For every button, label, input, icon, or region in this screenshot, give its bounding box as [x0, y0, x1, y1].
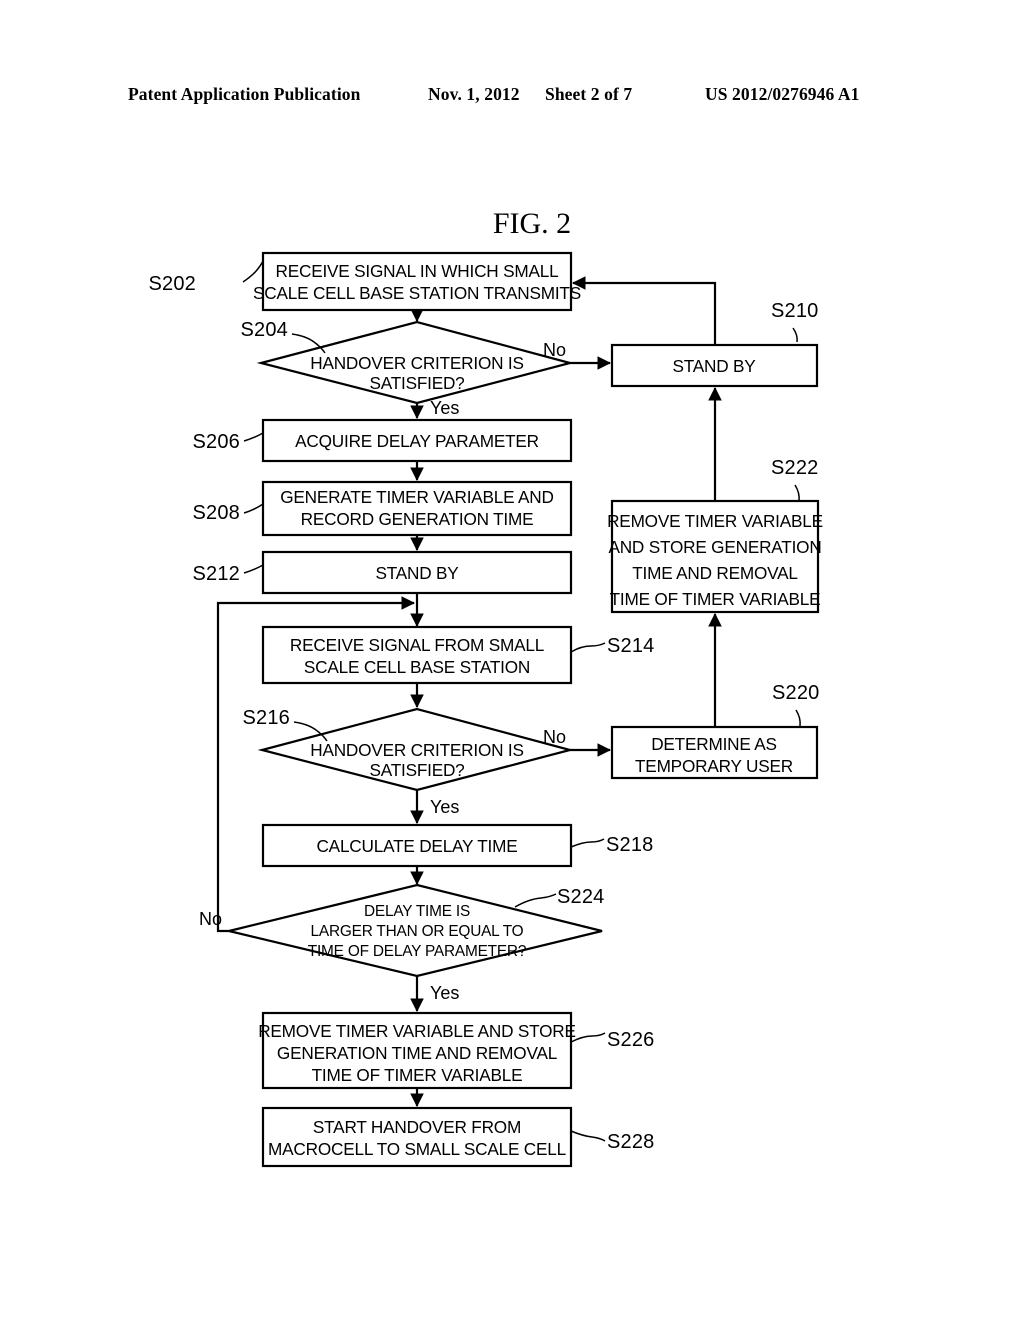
- flowchart-figure: FIG. 2 No Yes No Yes No Yes RECEIVE SIGN…: [148, 207, 823, 1168]
- step-label-s216: S216: [242, 707, 290, 729]
- node-s210-line-1: STAND BY: [672, 356, 756, 376]
- step-label-s226: S226: [607, 1029, 655, 1051]
- node-s208[interactable]: GENERATE TIMER VARIABLE AND RECORD GENER…: [261, 480, 573, 537]
- node-s216[interactable]: HANDOVER CRITERION IS SATISFIED?: [257, 707, 575, 792]
- step-label-s224: S224: [557, 886, 605, 908]
- node-s202-line-1: RECEIVE SIGNAL IN WHICH SMALL: [276, 261, 559, 281]
- step-label-s206: S206: [192, 431, 240, 453]
- node-s202-line-2: SCALE CELL BASE STATION TRANSMITS: [253, 283, 581, 303]
- node-s228-line-2: MACROCELL TO SMALL SCALE CELL: [268, 1139, 566, 1159]
- node-s220-line-2: TEMPORARY USER: [635, 756, 793, 776]
- figure-title: FIG. 2: [493, 207, 571, 240]
- step-label-s222: S222: [771, 457, 819, 479]
- connector-layer: [216, 276, 722, 1108]
- step-label-s214: S214: [607, 635, 655, 657]
- node-s222-line-4: TIME OF TIMER VARIABLE: [610, 589, 821, 609]
- node-s202[interactable]: RECEIVE SIGNAL IN WHICH SMALL SCALE CELL…: [253, 251, 581, 312]
- node-s204[interactable]: HANDOVER CRITERION IS SATISFIED?: [256, 320, 575, 405]
- node-s228[interactable]: START HANDOVER FROM MACROCELL TO SMALL S…: [261, 1106, 573, 1168]
- node-s226-line-1: REMOVE TIMER VARIABLE AND STORE: [258, 1021, 576, 1041]
- step-label-s218: S218: [606, 834, 654, 856]
- node-s206[interactable]: ACQUIRE DELAY PARAMETER: [261, 418, 573, 463]
- node-s204-line-1: HANDOVER CRITERION IS: [310, 353, 524, 373]
- node-s226-line-3: TIME OF TIMER VARIABLE: [312, 1065, 523, 1085]
- branch-label-s204-yes: Yes: [430, 398, 459, 418]
- node-s204-line-2: SATISFIED?: [369, 373, 464, 393]
- node-s208-line-2: RECORD GENERATION TIME: [301, 509, 534, 529]
- step-label-s220: S220: [772, 682, 820, 704]
- node-s218[interactable]: CALCULATE DELAY TIME: [261, 823, 573, 868]
- node-s206-line-1: ACQUIRE DELAY PARAMETER: [295, 431, 539, 451]
- node-s214[interactable]: RECEIVE SIGNAL FROM SMALL SCALE CELL BAS…: [261, 625, 573, 685]
- leader-s202: [242, 260, 264, 283]
- node-s212[interactable]: STAND BY: [261, 550, 573, 595]
- leader-s222: [794, 484, 800, 502]
- node-s220-line-1: DETERMINE AS: [651, 734, 777, 754]
- node-s228-line-1: START HANDOVER FROM: [313, 1117, 521, 1137]
- branch-label-s224-no: No: [199, 909, 222, 929]
- connector-s210-s202-return: [571, 276, 717, 345]
- node-s214-line-2: SCALE CELL BASE STATION: [304, 657, 530, 677]
- leader-s206: [243, 432, 264, 442]
- leader-s208: [243, 503, 264, 514]
- node-s224-line-2: LARGER THAN OR EQUAL TO: [311, 923, 524, 940]
- node-s222-line-2: AND STORE GENERATION: [608, 537, 821, 557]
- leader-s220: [795, 709, 801, 727]
- step-label-s210: S210: [771, 300, 819, 322]
- node-s214-line-1: RECEIVE SIGNAL FROM SMALL: [290, 635, 544, 655]
- step-label-s204: S204: [240, 319, 288, 341]
- node-s224-line-1: DELAY TIME IS: [364, 903, 470, 920]
- leader-s214: [570, 642, 606, 653]
- leader-s226: [570, 1032, 606, 1043]
- step-label-s208: S208: [192, 502, 240, 524]
- node-s226[interactable]: REMOVE TIMER VARIABLE AND STORE GENERATI…: [258, 1011, 576, 1090]
- patent-drawing-page: Patent Application Publication Nov. 1, 2…: [0, 0, 1024, 1320]
- step-label-s228: S228: [607, 1131, 655, 1153]
- node-s226-line-2: GENERATION TIME AND REMOVAL: [277, 1043, 557, 1063]
- node-s210[interactable]: STAND BY: [610, 343, 819, 388]
- node-s220[interactable]: DETERMINE AS TEMPORARY USER: [610, 725, 819, 780]
- node-s216-line-2: SATISFIED?: [369, 760, 464, 780]
- node-s218-line-1: CALCULATE DELAY TIME: [316, 836, 517, 856]
- node-s222-line-3: TIME AND REMOVAL: [632, 563, 798, 583]
- node-s208-line-1: GENERATE TIMER VARIABLE AND: [280, 487, 553, 507]
- node-s222-line-1: REMOVE TIMER VARIABLE: [607, 511, 823, 531]
- node-s224[interactable]: DELAY TIME IS LARGER THAN OR EQUAL TO TI…: [228, 883, 603, 978]
- step-label-s212: S212: [192, 563, 240, 585]
- leader-s210: [792, 327, 798, 343]
- leader-s218: [570, 838, 605, 848]
- leader-s228: [570, 1130, 606, 1142]
- node-s216-line-1: HANDOVER CRITERION IS: [310, 740, 524, 760]
- node-s224-line-3: TIME OF DELAY PARAMETER?: [308, 943, 526, 960]
- step-label-s202: S202: [148, 273, 196, 295]
- node-s222[interactable]: REMOVE TIMER VARIABLE AND STORE GENERATI…: [607, 499, 823, 614]
- branch-label-s216-yes: Yes: [430, 797, 459, 817]
- branch-label-s224-yes: Yes: [430, 983, 459, 1003]
- leader-s224: [514, 893, 557, 908]
- node-s212-line-1: STAND BY: [375, 563, 459, 583]
- leader-s212: [243, 564, 264, 574]
